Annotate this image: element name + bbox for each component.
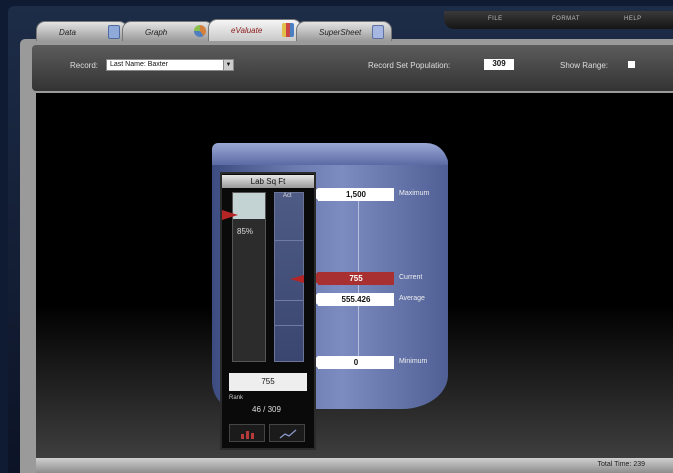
menu-format[interactable]: FORMAT [552,16,580,22]
rank-label: Rank [229,395,244,401]
supersheet-icon [372,25,384,39]
tab-supersheet[interactable]: SuperSheet [296,21,392,41]
menu-help[interactable]: HELP [624,16,642,22]
current-value: 755 [311,272,394,285]
actual-bar-label: Act [283,193,292,199]
actual-bar-segment [275,325,303,326]
tab-graph[interactable]: Graph [122,21,214,41]
status-bar: Total Time: 239 [36,458,673,473]
range-cylinder-top [212,143,448,165]
current-label: Current [399,274,423,281]
percentile-marker-icon [222,210,238,220]
line-chart-icon [279,429,297,439]
pie-chart-icon [194,25,206,37]
bar-chart-icon [241,431,254,439]
spreadsheet-icon [108,25,120,39]
tab-evaluate-label: eValuate [231,26,263,35]
tab-supersheet-label: SuperSheet [319,28,362,37]
maximum-value: 1,500 [311,188,394,201]
record-select[interactable]: Last Name: Baxter ▼ [106,59,234,71]
population-label: Record Set Population: [368,61,451,70]
status-text: Total Time: 239 [597,461,645,468]
minimum-value: 0 [311,356,394,369]
maximum-label: Maximum [399,190,430,197]
tab-data-label: Data [59,28,76,37]
gauge-title: Lab Sq Ft [222,175,314,188]
average-value: 555.426 [311,293,394,306]
show-range-checkbox[interactable] [628,61,635,68]
tab-data[interactable]: Data [36,21,128,41]
show-range-label: Show Range: [560,61,609,70]
evaluate-icon [282,23,294,37]
average-label: Average [399,295,425,302]
menu-file[interactable]: FILE [488,16,503,22]
record-select-value: Last Name: Baxter [110,61,168,68]
minimum-label: Minimum [399,358,428,365]
population-value: 309 [484,59,514,70]
rank-value: 46 / 309 [252,405,281,414]
gauge-value: 755 [229,373,307,391]
current-marker-icon [290,275,304,283]
line-chart-button[interactable] [269,424,305,442]
chevron-down-icon[interactable]: ▼ [223,60,233,70]
percentile-label: 85% [237,227,254,236]
actual-bar-segment [275,300,303,301]
record-label: Record: [70,61,99,70]
tab-graph-label: Graph [145,28,168,37]
tab-evaluate[interactable]: eValuate [208,19,302,41]
bar-chart-button[interactable] [229,424,265,442]
actual-bar-segment [275,240,303,241]
